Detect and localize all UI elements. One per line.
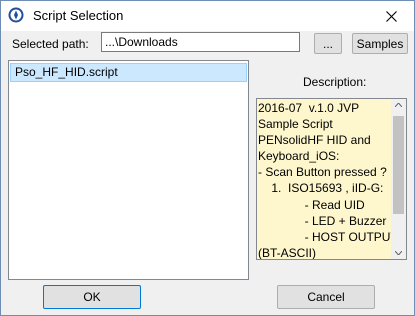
selected-path-label: Selected path:	[12, 37, 89, 51]
script-selection-dialog: Script Selection Selected path: ...\Down…	[0, 0, 415, 316]
description-scrollbar[interactable]	[391, 99, 406, 259]
script-list[interactable]: Pso_HF_HID.script	[8, 60, 249, 280]
ok-button[interactable]: OK	[43, 285, 141, 309]
app-logo-icon	[8, 7, 24, 23]
list-item[interactable]: Pso_HF_HID.script	[10, 63, 247, 82]
samples-button[interactable]: Samples	[352, 33, 408, 54]
description-text: 2016-07 v.1.0 JVP Sample Script PENsolid…	[258, 101, 392, 260]
selected-path-field[interactable]: ...\Downloads	[101, 32, 300, 52]
description-label: Description:	[303, 75, 367, 89]
scroll-thumb[interactable]	[393, 116, 404, 214]
scroll-down-arrow-icon[interactable]	[395, 251, 402, 255]
scroll-up-arrow-icon[interactable]	[395, 103, 402, 107]
close-icon	[386, 11, 397, 22]
title-bar[interactable]: Script Selection	[1, 1, 414, 31]
browse-button[interactable]: ...	[314, 33, 342, 54]
description-box[interactable]: 2016-07 v.1.0 JVP Sample Script PENsolid…	[256, 98, 407, 260]
cancel-button[interactable]: Cancel	[277, 285, 375, 309]
window-title: Script Selection	[33, 8, 124, 23]
close-button[interactable]	[368, 1, 414, 31]
